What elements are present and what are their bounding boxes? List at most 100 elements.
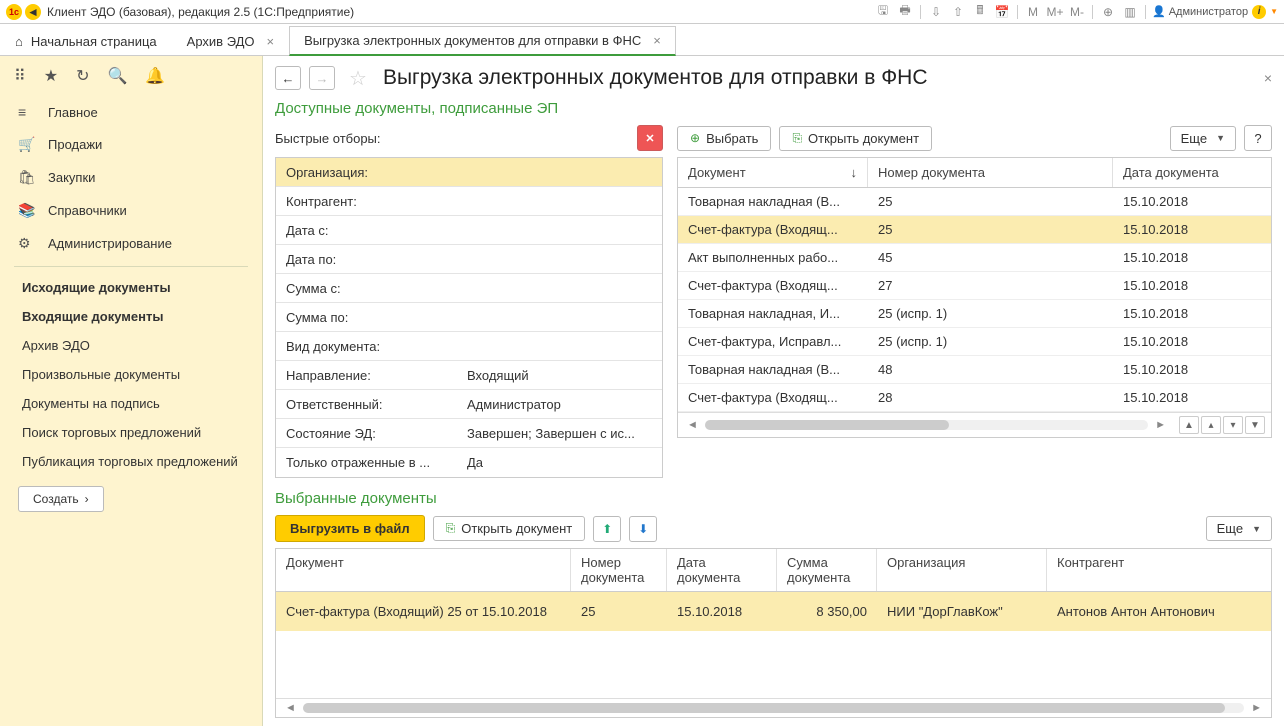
page-first-button[interactable]: ▲ bbox=[1179, 416, 1199, 434]
sidebar-link-archive[interactable]: Архив ЭДО bbox=[0, 331, 262, 360]
filter-row[interactable]: Направление:Входящий bbox=[276, 361, 662, 390]
filter-row[interactable]: Вид документа: bbox=[276, 332, 662, 361]
sidebar-link-incoming[interactable]: Входящие документы bbox=[0, 302, 262, 331]
page-close-icon[interactable]: × bbox=[1264, 70, 1272, 86]
user-label[interactable]: 👤Администратор bbox=[1152, 5, 1248, 18]
search-icon[interactable]: 🔍 bbox=[107, 66, 127, 86]
cell-doc: Товарная накладная (В... bbox=[678, 356, 868, 383]
scroll-track[interactable] bbox=[303, 703, 1244, 713]
table-row[interactable]: Счет-фактура (Входящ...2515.10.2018 bbox=[678, 216, 1271, 244]
sidebar-item-refs[interactable]: 📚Справочники bbox=[0, 194, 262, 227]
table-row[interactable]: Счет-фактура (Входящий) 25 от 15.10.2018… bbox=[276, 592, 1271, 631]
dropdown-icon[interactable]: ▼ bbox=[1270, 7, 1278, 16]
page-header: ← → ☆ Выгрузка электронных документов дл… bbox=[263, 56, 1284, 100]
col-number[interactable]: Номер документа bbox=[868, 158, 1113, 187]
page-last-button[interactable]: ▼ bbox=[1245, 416, 1265, 434]
save-icon[interactable]: 🖫 bbox=[874, 3, 892, 21]
nav-back-button[interactable]: ← bbox=[275, 66, 301, 90]
col-date[interactable]: Дата документа bbox=[667, 549, 777, 591]
sidebar-item-sales[interactable]: 🛒Продажи bbox=[0, 128, 262, 161]
scroll-thumb[interactable] bbox=[303, 703, 1225, 713]
table-row[interactable]: Счет-фактура (Входящ...2815.10.2018 bbox=[678, 384, 1271, 412]
filter-row[interactable]: Организация: bbox=[276, 158, 662, 187]
memory-m-icon[interactable]: M bbox=[1024, 3, 1042, 21]
zoom-icon[interactable]: ⊕ bbox=[1099, 3, 1117, 21]
clear-filters-button[interactable]: ✕ bbox=[637, 125, 663, 151]
memory-mplus-icon[interactable]: M+ bbox=[1046, 3, 1064, 21]
table-row[interactable]: Товарная накладная, И...25 (испр. 1)15.1… bbox=[678, 300, 1271, 328]
move-up-button[interactable]: ⬆ bbox=[593, 516, 621, 542]
col-date[interactable]: Дата документа bbox=[1113, 158, 1271, 187]
col-number[interactable]: Номер документа bbox=[571, 549, 667, 591]
filter-row[interactable]: Дата с: bbox=[276, 216, 662, 245]
open-document-button[interactable]: ⎘Открыть документ bbox=[779, 126, 932, 151]
close-icon[interactable]: × bbox=[653, 33, 661, 48]
calculator-icon[interactable]: 🖩 bbox=[971, 3, 989, 21]
favorite-star-icon[interactable]: ☆ bbox=[349, 66, 367, 91]
open-document-button[interactable]: ⎘Открыть документ bbox=[433, 516, 586, 541]
select-button[interactable]: ⊕Выбрать bbox=[677, 126, 771, 151]
table-row[interactable]: Счет-фактура, Исправл...25 (испр. 1)15.1… bbox=[678, 328, 1271, 356]
page-down-button[interactable]: ▾ bbox=[1223, 416, 1243, 434]
scroll-right-icon[interactable]: ► bbox=[1152, 419, 1169, 431]
col-contr[interactable]: Контрагент bbox=[1047, 549, 1271, 591]
tab-export[interactable]: Выгрузка электронных документов для отпр… bbox=[289, 26, 676, 56]
upload-icon[interactable]: ⇧ bbox=[949, 3, 967, 21]
sidebar-link-tradesearch[interactable]: Поиск торговых предложений bbox=[0, 418, 262, 447]
history-icon[interactable]: ↻ bbox=[76, 66, 89, 86]
more-button[interactable]: Еще▼ bbox=[1170, 126, 1236, 151]
nav-forward-button[interactable]: → bbox=[309, 66, 335, 90]
page-up-button[interactable]: ▴ bbox=[1201, 416, 1221, 434]
move-down-button[interactable]: ⬇ bbox=[629, 516, 657, 542]
sidebar-item-admin[interactable]: ⚙Администрирование bbox=[0, 227, 262, 260]
scroll-right-icon[interactable]: ► bbox=[1248, 702, 1265, 714]
sidebar-link-outgoing[interactable]: Исходящие документы bbox=[0, 273, 262, 302]
print-icon[interactable]: 🖶 bbox=[896, 3, 914, 21]
help-button[interactable]: ? bbox=[1244, 125, 1272, 151]
titlebar-back-icon[interactable]: ◄ bbox=[25, 4, 41, 20]
filter-row[interactable]: Сумма с: bbox=[276, 274, 662, 303]
more-button[interactable]: Еще▼ bbox=[1206, 516, 1272, 541]
filter-label: Направление: bbox=[276, 368, 461, 383]
filter-row[interactable]: Состояние ЭД:Завершен; Завершен с ис... bbox=[276, 419, 662, 448]
filter-row[interactable]: Только отраженные в ...Да bbox=[276, 448, 662, 477]
titlebar: 1c ◄ Клиент ЭДО (базовая), редакция 2.5 … bbox=[0, 0, 1284, 24]
filter-row[interactable]: Контрагент: bbox=[276, 187, 662, 216]
col-org[interactable]: Организация bbox=[877, 549, 1047, 591]
sidebar-item-purchases[interactable]: 🛍Закупки bbox=[0, 161, 262, 194]
sidebar-link-tosign[interactable]: Документы на подпись bbox=[0, 389, 262, 418]
scroll-left-icon[interactable]: ◄ bbox=[282, 702, 299, 714]
filter-row[interactable]: Дата по: bbox=[276, 245, 662, 274]
col-document[interactable]: Документ bbox=[276, 549, 571, 591]
scroll-track[interactable] bbox=[705, 420, 1148, 430]
windows-icon[interactable]: ▥ bbox=[1121, 3, 1139, 21]
filter-label: Контрагент: bbox=[276, 194, 461, 209]
export-button[interactable]: Выгрузить в файл bbox=[275, 515, 425, 542]
scroll-thumb[interactable] bbox=[705, 420, 949, 430]
tab-home[interactable]: ⌂Начальная страница bbox=[0, 27, 172, 55]
col-document[interactable]: Документ↓ bbox=[678, 158, 868, 187]
col-sum[interactable]: Сумма документа bbox=[777, 549, 877, 591]
scroll-left-icon[interactable]: ◄ bbox=[684, 419, 701, 431]
close-icon[interactable]: × bbox=[267, 34, 275, 49]
table-row[interactable]: Товарная накладная (В...2515.10.2018 bbox=[678, 188, 1271, 216]
create-button[interactable]: Создать› bbox=[18, 486, 104, 512]
favorite-icon[interactable]: ★ bbox=[44, 66, 58, 86]
memory-mminus-icon[interactable]: M- bbox=[1068, 3, 1086, 21]
table-row[interactable]: Счет-фактура (Входящ...2715.10.2018 bbox=[678, 272, 1271, 300]
filter-row[interactable]: Сумма по: bbox=[276, 303, 662, 332]
bell-icon[interactable]: 🔔 bbox=[145, 66, 165, 86]
open-label: Открыть документ bbox=[808, 131, 919, 146]
tab-archive[interactable]: Архив ЭДО× bbox=[172, 27, 289, 55]
sidebar-link-tradepub[interactable]: Публикация торговых предложений bbox=[0, 447, 262, 476]
sidebar-item-main[interactable]: ≡Главное bbox=[0, 96, 262, 128]
table-row[interactable]: Товарная накладная (В...4815.10.2018 bbox=[678, 356, 1271, 384]
info-icon[interactable]: i bbox=[1252, 5, 1266, 19]
apps-icon[interactable]: ⠿ bbox=[14, 66, 26, 86]
filter-row[interactable]: Ответственный:Администратор bbox=[276, 390, 662, 419]
calendar-icon[interactable]: 📅 bbox=[993, 3, 1011, 21]
sidebar-label: Закупки bbox=[48, 170, 95, 185]
download-icon[interactable]: ⇩ bbox=[927, 3, 945, 21]
table-row[interactable]: Акт выполненных рабо...4515.10.2018 bbox=[678, 244, 1271, 272]
sidebar-link-arbitrary[interactable]: Произвольные документы bbox=[0, 360, 262, 389]
